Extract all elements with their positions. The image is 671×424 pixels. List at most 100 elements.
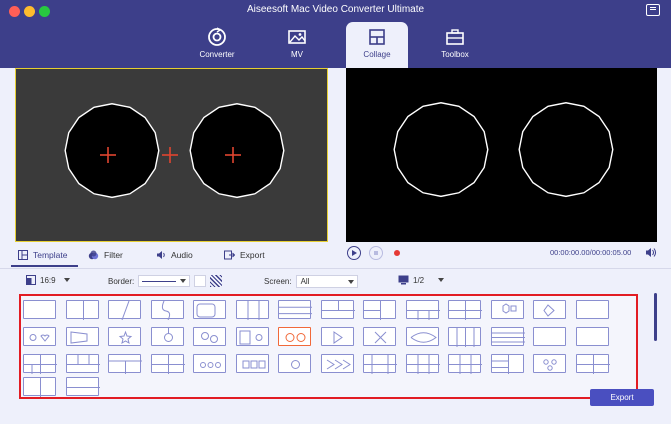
collage-template-thumbnail[interactable]	[278, 354, 311, 373]
preview-player-controls: 00:00:00.00/00:00:05.00	[346, 246, 657, 262]
stop-button[interactable]	[369, 246, 383, 260]
template-options-bar: 16:9 Border: Screen: All 1/2	[0, 268, 671, 292]
tab-converter[interactable]: Converter	[186, 22, 248, 68]
collage-template-thumbnail[interactable]	[363, 300, 396, 320]
collage-output-preview	[346, 68, 657, 242]
aspect-ratio-icon	[26, 275, 36, 285]
collage-icon	[369, 29, 385, 45]
tab-filter-label: Filter	[104, 250, 123, 260]
collage-template-thumbnail[interactable]	[363, 354, 397, 374]
collage-template-thumbnail[interactable]	[108, 300, 141, 320]
collage-template-thumbnail[interactable]	[448, 300, 482, 320]
tab-converter-label: Converter	[199, 50, 235, 59]
progress-slider[interactable]	[394, 250, 400, 256]
collage-template-thumbnail[interactable]	[108, 327, 141, 346]
border-option: Border:	[108, 275, 223, 287]
collage-template-thumbnail[interactable]	[23, 354, 57, 374]
collage-template-thumbnail[interactable]	[405, 327, 439, 346]
collage-template-thumbnail[interactable]	[320, 300, 355, 319]
collage-template-thumbnail[interactable]	[448, 354, 482, 374]
collage-template-thumbnail[interactable]	[65, 300, 99, 320]
feedback-icon[interactable]	[646, 4, 660, 16]
aspect-ratio-value: 16:9	[40, 275, 56, 285]
filter-icon	[88, 250, 99, 260]
aspect-ratio-select[interactable]: 16:9	[26, 275, 70, 285]
collage-editor-canvas[interactable]	[15, 68, 328, 242]
mv-icon	[288, 30, 306, 44]
collage-template-thumbnail[interactable]	[575, 327, 609, 346]
collage-template-thumbnail[interactable]	[405, 300, 440, 320]
play-button[interactable]	[347, 246, 361, 260]
collage-template-thumbnail[interactable]	[278, 300, 312, 319]
collage-template-thumbnail[interactable]	[235, 300, 269, 320]
collage-template-thumbnail[interactable]	[533, 354, 566, 373]
collage-template-thumbnail[interactable]	[575, 300, 609, 319]
collage-template-thumbnail[interactable]	[65, 327, 99, 346]
collage-template-thumbnail[interactable]	[320, 354, 354, 373]
collage-template-thumbnail[interactable]	[533, 327, 566, 346]
screen-label: Screen:	[264, 277, 292, 286]
collage-template-thumbnail[interactable]	[193, 327, 226, 346]
audio-icon	[157, 251, 165, 259]
export-icon	[224, 250, 235, 260]
tab-template[interactable]: Template	[11, 248, 77, 267]
collage-template-thumbnail[interactable]	[65, 354, 100, 373]
collage-template-thumbnail[interactable]	[320, 327, 354, 346]
chevron-down-icon	[180, 279, 187, 283]
collage-template-thumbnail[interactable]	[235, 354, 269, 373]
preview-slot-1	[393, 102, 489, 198]
collage-template-thumbnail[interactable]	[193, 300, 226, 319]
collage-template-thumbnail[interactable]	[405, 354, 440, 374]
converter-icon	[208, 27, 226, 46]
tab-toolbox[interactable]: Toolbox	[424, 22, 486, 68]
tab-export[interactable]: Export	[224, 248, 265, 262]
screen-value: All	[300, 277, 310, 286]
collage-template-thumbnail[interactable]	[278, 327, 311, 346]
collage-template-thumbnail[interactable]	[533, 300, 566, 319]
volume-icon[interactable]	[645, 247, 657, 258]
collage-template-thumbnail[interactable]	[108, 354, 142, 374]
border-style-select[interactable]	[138, 275, 191, 287]
collage-template-thumbnail[interactable]	[150, 327, 184, 346]
collage-template-thumbnail[interactable]	[490, 300, 524, 319]
screen-option: Screen: All	[264, 275, 358, 288]
chevron-down-icon	[438, 278, 445, 282]
collage-template-thumbnail[interactable]	[448, 327, 481, 347]
collage-template-thumbnail[interactable]	[235, 327, 269, 346]
collage-slot-1[interactable]	[64, 103, 160, 199]
border-label: Border:	[108, 276, 135, 286]
title-bar: Aiseesoft Mac Video Converter Ultimate	[0, 0, 671, 22]
collage-template-thumbnail[interactable]	[193, 354, 226, 373]
collage-template-thumbnail[interactable]	[23, 377, 56, 397]
page-value: 1/2	[413, 275, 425, 285]
export-button[interactable]: Export	[590, 389, 654, 406]
tab-template-label: Template	[33, 250, 68, 260]
monitor-icon	[398, 275, 409, 285]
border-pattern-button[interactable]	[210, 275, 223, 287]
collage-template-thumbnail[interactable]	[490, 327, 525, 346]
tab-export-label: Export	[240, 250, 265, 260]
tab-audio[interactable]: Audio	[156, 248, 193, 262]
tab-collage[interactable]: Collage	[346, 22, 408, 68]
collage-template-thumbnail[interactable]	[363, 327, 396, 346]
screen-select[interactable]: All	[295, 275, 358, 288]
collage-template-thumbnail[interactable]	[65, 377, 100, 396]
border-color-button[interactable]	[194, 275, 207, 287]
collage-template-thumbnail[interactable]	[150, 300, 184, 320]
toolbox-icon	[446, 29, 464, 45]
tab-filter[interactable]: Filter	[88, 248, 123, 262]
template-scrollbar[interactable]	[654, 293, 657, 341]
tab-mv-label: MV	[291, 50, 303, 59]
add-slot-icon[interactable]	[162, 147, 178, 163]
collage-template-thumbnail[interactable]	[490, 354, 524, 374]
collage-template-thumbnail[interactable]	[23, 300, 56, 319]
main-nav: Converter MV Collage Toolbox	[0, 22, 671, 68]
tab-mv[interactable]: MV	[266, 22, 328, 68]
collage-template-thumbnail[interactable]	[23, 327, 56, 346]
page-select[interactable]: 1/2	[398, 275, 445, 285]
collage-template-thumbnail[interactable]	[150, 354, 185, 374]
collage-slot-2[interactable]	[189, 103, 285, 199]
tab-audio-label: Audio	[171, 250, 193, 260]
collage-template-thumbnail[interactable]	[575, 354, 610, 374]
app-title: Aiseesoft Mac Video Converter Ultimate	[246, 4, 425, 15]
